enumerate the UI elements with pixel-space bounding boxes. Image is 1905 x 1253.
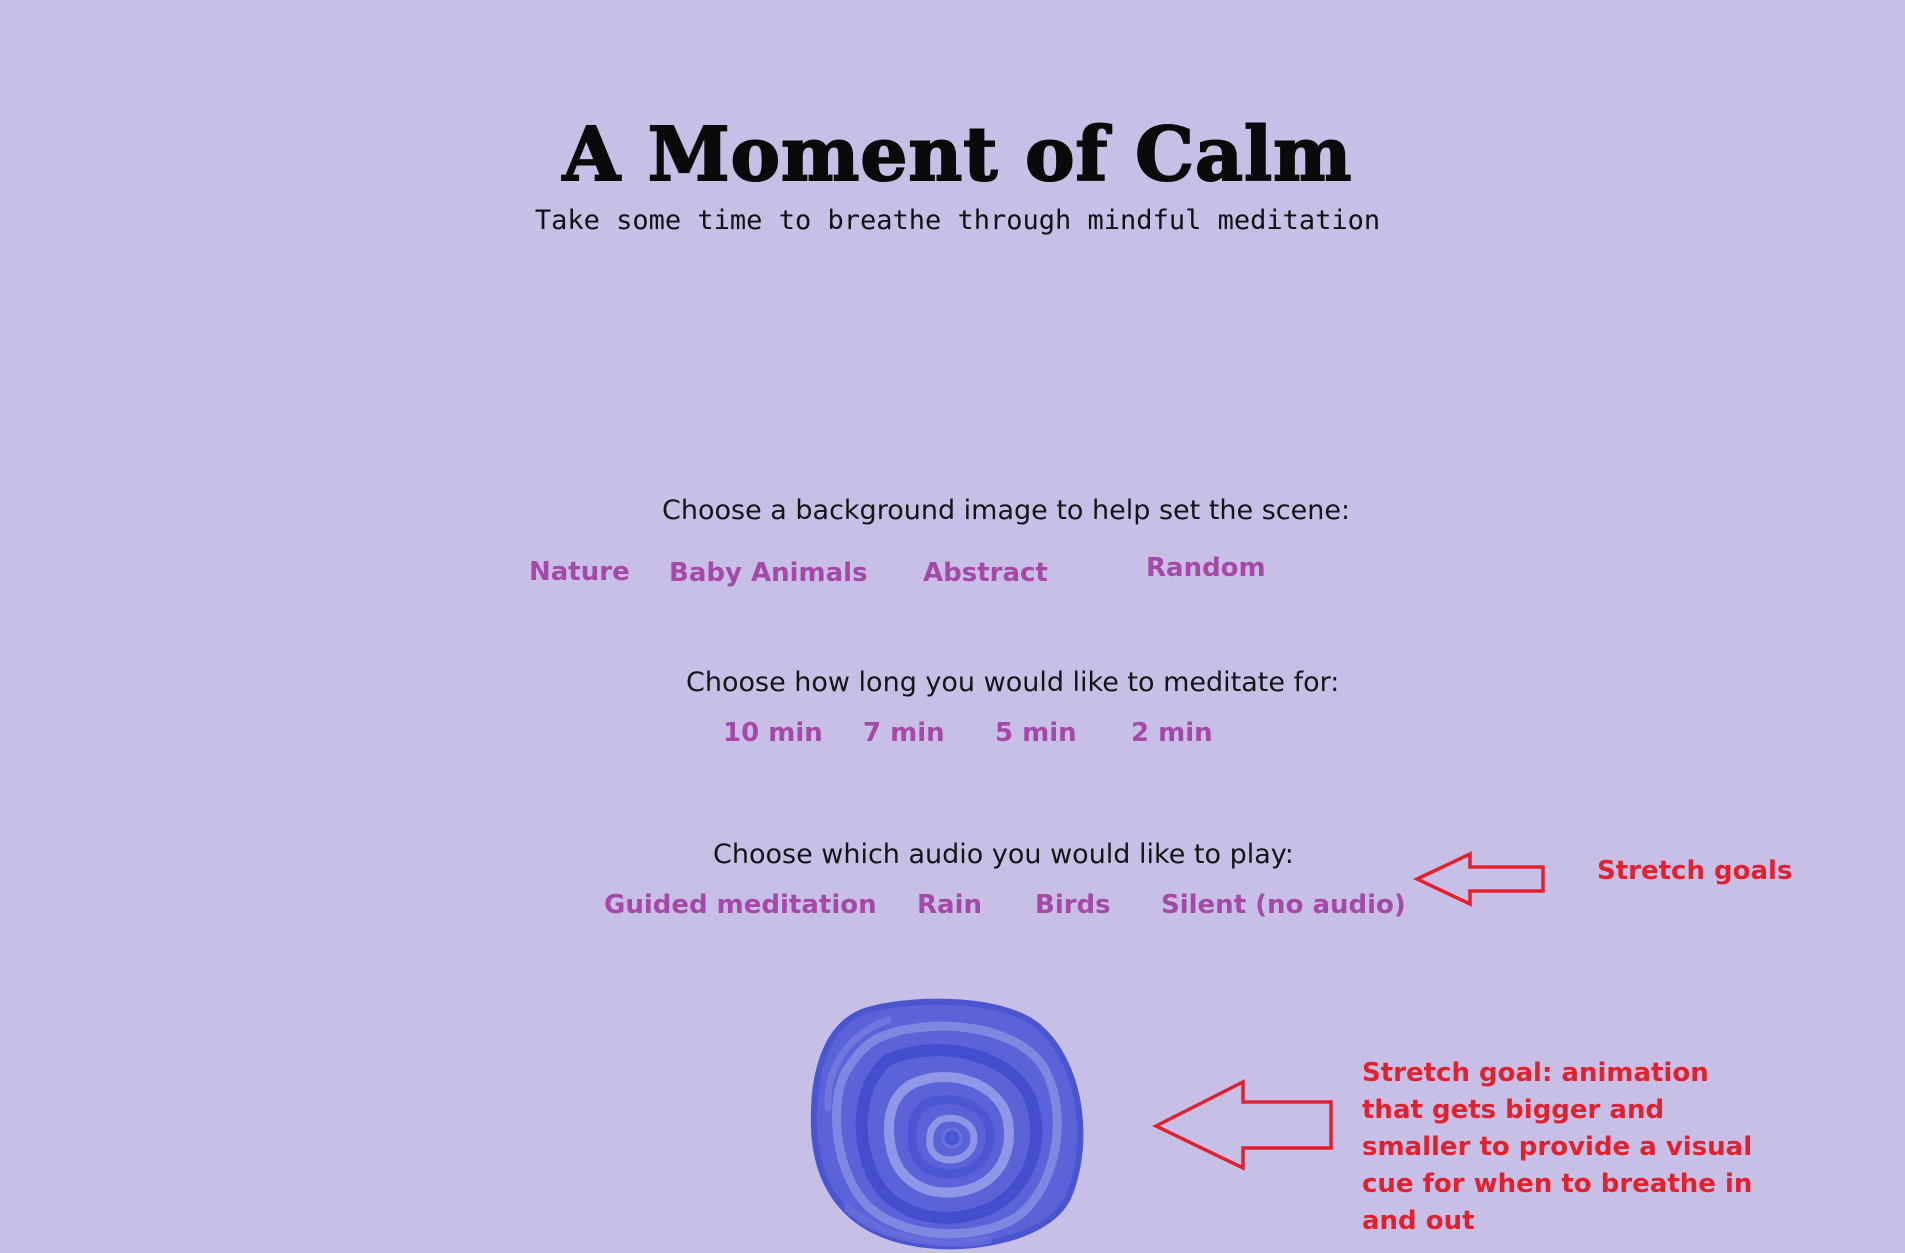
audio-option-silent[interactable]: Silent (no audio) [1161, 890, 1406, 921]
duration-option-2-min[interactable]: 2 min [1131, 718, 1213, 749]
left-arrow-icon [1152, 1079, 1333, 1171]
duration-option-5-min[interactable]: 5 min [995, 718, 1077, 749]
duration-prompt: Choose how long you would like to medita… [686, 667, 1340, 698]
duration-option-7-min[interactable]: 7 min [863, 718, 945, 749]
audio-option-rain[interactable]: Rain [917, 890, 982, 921]
left-arrow-icon [1413, 851, 1545, 907]
background-option-random[interactable]: Random [1146, 553, 1266, 584]
animation-note: Stretch goal: animation that gets bigger… [1362, 1058, 1753, 1236]
background-option-nature[interactable]: Nature [529, 557, 630, 588]
background-option-baby-animals[interactable]: Baby Animals [669, 558, 868, 589]
duration-option-10-min[interactable]: 10 min [723, 718, 823, 749]
breathing-circle [810, 998, 1084, 1250]
page-subtitle: Take some time to breathe through mindfu… [534, 205, 1381, 236]
audio-prompt: Choose which audio you would like to pla… [713, 839, 1294, 870]
page-title: A Moment of Calm [562, 112, 1353, 198]
audio-option-birds[interactable]: Birds [1035, 890, 1111, 921]
background-option-abstract[interactable]: Abstract [923, 558, 1048, 589]
background-prompt: Choose a background image to help set th… [662, 495, 1351, 526]
stretch-goals-note: Stretch goals [1597, 856, 1793, 886]
audio-option-guided-meditation[interactable]: Guided meditation [604, 890, 877, 921]
